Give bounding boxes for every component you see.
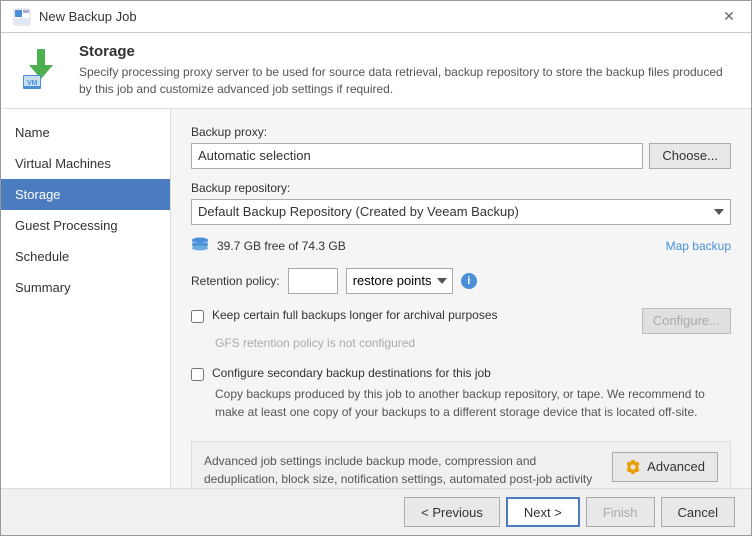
configure-button: Configure...: [642, 308, 731, 334]
advanced-section: Advanced job settings include backup mod…: [191, 441, 731, 488]
storage-info: 39.7 GB free of 74.3 GB Map backup: [191, 237, 731, 256]
secondary-backup-description: Copy backups produced by this job to ano…: [215, 385, 731, 421]
backup-proxy-group: Backup proxy: Choose...: [191, 125, 731, 169]
secondary-backup-checkbox-row: Configure secondary backup destinations …: [191, 366, 731, 381]
advanced-button[interactable]: Advanced: [612, 452, 718, 482]
window-title: New Backup Job: [39, 9, 137, 24]
previous-button[interactable]: < Previous: [404, 497, 500, 527]
secondary-backup-checkbox[interactable]: [191, 368, 204, 381]
svg-text:VM: VM: [27, 80, 38, 87]
gfs-note: GFS retention policy is not configured: [215, 336, 731, 350]
retention-policy-row: Retention policy: ▲ ▼ restore points day…: [191, 268, 731, 294]
header-section: VM Storage Specify processing proxy serv…: [1, 33, 751, 109]
finish-button[interactable]: Finish: [586, 497, 655, 527]
title-bar: New Backup Job ✕: [1, 1, 751, 33]
archival-checkbox-row: Keep certain full backups longer for arc…: [191, 308, 731, 334]
backup-repository-group: Backup repository: Default Backup Reposi…: [191, 181, 731, 225]
sidebar: Name Virtual Machines Storage Guest Proc…: [1, 109, 171, 488]
backup-repository-row: Default Backup Repository (Created by Ve…: [191, 199, 731, 225]
sidebar-item-name[interactable]: Name: [1, 117, 170, 148]
advanced-label: Advanced: [647, 459, 705, 474]
map-backup-link[interactable]: Map backup: [666, 239, 731, 253]
storage-header-icon: VM: [17, 43, 65, 91]
header-text: Storage Specify processing proxy server …: [79, 43, 735, 98]
retention-unit-select[interactable]: restore points days weeks months: [346, 268, 453, 294]
archival-checkbox[interactable]: [191, 310, 204, 323]
header-title: Storage: [79, 43, 735, 60]
main-content: Name Virtual Machines Storage Guest Proc…: [1, 109, 751, 488]
content-area: Backup proxy: Choose... Backup repositor…: [171, 109, 751, 488]
secondary-backup-label[interactable]: Configure secondary backup destinations …: [212, 366, 491, 380]
backup-proxy-label: Backup proxy:: [191, 125, 731, 139]
archival-label[interactable]: Keep certain full backups longer for arc…: [212, 308, 498, 322]
retention-spinner: ▲ ▼: [288, 268, 338, 294]
cancel-button[interactable]: Cancel: [661, 497, 735, 527]
sidebar-item-guest-processing[interactable]: Guest Processing: [1, 210, 170, 241]
gear-icon: [625, 459, 641, 475]
sidebar-item-summary[interactable]: Summary: [1, 272, 170, 303]
storage-free-text: 39.7 GB free of 74.3 GB: [217, 239, 346, 253]
sidebar-item-schedule[interactable]: Schedule: [1, 241, 170, 272]
header-description: Specify processing proxy server to be us…: [79, 64, 735, 98]
next-button[interactable]: Next >: [506, 497, 580, 527]
sidebar-item-storage[interactable]: Storage: [1, 179, 170, 210]
storage-db-icon: [191, 237, 209, 256]
close-button[interactable]: ✕: [719, 7, 739, 27]
title-bar-left: New Backup Job: [13, 8, 137, 26]
backup-repository-label: Backup repository:: [191, 181, 731, 195]
window-icon: [13, 8, 31, 26]
backup-repository-select[interactable]: Default Backup Repository (Created by Ve…: [191, 199, 731, 225]
advanced-text: Advanced job settings include backup mod…: [204, 452, 600, 488]
backup-proxy-input[interactable]: [191, 143, 643, 169]
retention-info-icon[interactable]: i: [461, 273, 477, 289]
footer: < Previous Next > Finish Cancel: [1, 488, 751, 535]
retention-label: Retention policy:: [191, 274, 280, 288]
main-window: New Backup Job ✕ VM Storage Specify proc…: [0, 0, 752, 536]
sidebar-item-virtual-machines[interactable]: Virtual Machines: [1, 148, 170, 179]
backup-proxy-row: Choose...: [191, 143, 731, 169]
retention-value-input[interactable]: [289, 269, 338, 293]
choose-proxy-button[interactable]: Choose...: [649, 143, 731, 169]
header-icon-wrap: VM: [17, 43, 65, 94]
